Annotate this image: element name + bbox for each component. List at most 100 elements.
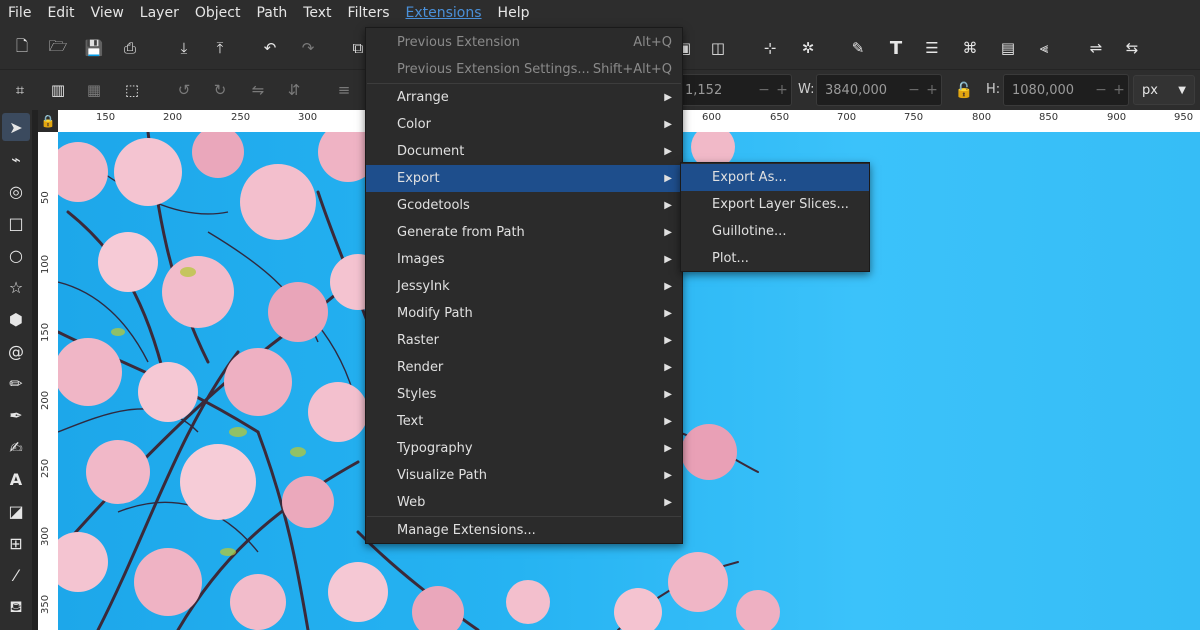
- menu-item-export[interactable]: Export ▶: [366, 165, 682, 192]
- snap-controls-icon[interactable]: ⇆: [1118, 34, 1146, 62]
- zoom-selection-icon[interactable]: ⊹: [756, 34, 784, 62]
- fill-stroke-icon[interactable]: ✎: [844, 34, 872, 62]
- submenu-arrow-icon: ▶: [664, 254, 672, 265]
- menu-item-render[interactable]: Render ▶: [366, 354, 682, 381]
- spiral-tool-icon[interactable]: @: [2, 337, 30, 365]
- menu-item-plot[interactable]: Plot...: [681, 245, 869, 272]
- select-all-icon[interactable]: ⌗: [6, 76, 34, 104]
- menu-item-manage-extensions[interactable]: Manage Extensions...: [366, 517, 682, 544]
- minus-icon[interactable]: −: [905, 82, 923, 98]
- bounding-box-icon[interactable]: ⬚: [118, 76, 146, 104]
- minus-icon[interactable]: −: [755, 82, 773, 98]
- tweak-tool-icon[interactable]: ◎: [2, 177, 30, 205]
- ruler-label: 850: [1039, 112, 1059, 123]
- deselect-icon[interactable]: ▦: [80, 76, 108, 104]
- y-field[interactable]: 1,152 − +: [676, 74, 792, 106]
- plus-icon[interactable]: +: [1110, 82, 1128, 98]
- undo-icon[interactable]: ↶: [256, 34, 284, 62]
- 3d-box-tool-icon[interactable]: ⬢: [2, 305, 30, 333]
- menu-item-export-as[interactable]: Export As...: [681, 164, 869, 191]
- menu-path[interactable]: Path: [248, 0, 295, 27]
- height-field[interactable]: 1080,000 − +: [1003, 74, 1129, 106]
- gradient-tool-icon[interactable]: ◪: [2, 497, 30, 525]
- submenu-arrow-icon: ▶: [664, 227, 672, 238]
- menu-item-jessyink[interactable]: JessyInk ▶: [366, 273, 682, 300]
- selector-tool-icon[interactable]: ➤: [2, 113, 30, 141]
- lock-ratio-icon[interactable]: 🔓: [950, 76, 978, 104]
- menu-item-previous-extension[interactable]: Previous Extension Alt+Q: [366, 29, 682, 56]
- menu-item-modify-path[interactable]: Modify Path ▶: [366, 300, 682, 327]
- export-icon[interactable]: ⤒: [206, 34, 234, 62]
- rotate-cw-icon[interactable]: ↻: [206, 76, 234, 104]
- menu-extensions[interactable]: Extensions: [398, 0, 490, 27]
- import-icon[interactable]: ⤓: [170, 34, 198, 62]
- menu-layer[interactable]: Layer: [132, 0, 187, 27]
- menu-item-typography[interactable]: Typography ▶: [366, 435, 682, 462]
- ruler-label: 600: [702, 112, 722, 123]
- ruler-label: 950: [1174, 112, 1194, 123]
- flip-horizontal-icon[interactable]: ⇋: [244, 76, 272, 104]
- menu-item-guillotine[interactable]: Guillotine...: [681, 218, 869, 245]
- plus-icon[interactable]: +: [773, 82, 791, 98]
- unit-select[interactable]: px ▼: [1133, 75, 1195, 105]
- menu-item-generate-from-path[interactable]: Generate from Path ▶: [366, 219, 682, 246]
- flip-vertical-icon[interactable]: ⇵: [280, 76, 308, 104]
- ruler-label: 250: [231, 112, 251, 123]
- menu-item-arrange[interactable]: Arrange ▶: [366, 84, 682, 111]
- vertical-ruler[interactable]: 50 100 150 200 250 300 350: [38, 132, 58, 630]
- menu-view[interactable]: View: [83, 0, 132, 27]
- menu-edit[interactable]: Edit: [39, 0, 82, 27]
- star-tool-icon[interactable]: ☆: [2, 273, 30, 301]
- menu-item-text[interactable]: Text ▶: [366, 408, 682, 435]
- node-tool-icon[interactable]: ⌁: [2, 145, 30, 173]
- menu-text[interactable]: Text: [295, 0, 339, 27]
- layers-icon[interactable]: ☰: [918, 34, 946, 62]
- pen-tool-icon[interactable]: ✒: [2, 401, 30, 429]
- print-icon[interactable]: ⎙: [116, 34, 144, 62]
- menu-help[interactable]: Help: [490, 0, 538, 27]
- menu-item-color[interactable]: Color ▶: [366, 111, 682, 138]
- document-properties-icon[interactable]: ▤: [994, 34, 1022, 62]
- xml-editor-icon[interactable]: ⌘: [956, 34, 984, 62]
- menu-object[interactable]: Object: [187, 0, 249, 27]
- redo-icon[interactable]: ↷: [294, 34, 322, 62]
- dropper-tool-icon[interactable]: ⁄: [2, 561, 30, 589]
- rectangle-tool-icon[interactable]: □: [2, 209, 30, 237]
- text-font-icon[interactable]: T: [882, 34, 910, 62]
- zoom-drawing-icon[interactable]: ✲: [794, 34, 822, 62]
- ungroup-icon[interactable]: ◫: [704, 34, 732, 62]
- ruler-label: 200: [163, 112, 183, 123]
- menu-item-styles[interactable]: Styles ▶: [366, 381, 682, 408]
- menu-file[interactable]: File: [0, 0, 39, 27]
- menu-filters[interactable]: Filters: [340, 0, 398, 27]
- submenu-arrow-icon: ▶: [664, 389, 672, 400]
- submenu-arrow-icon: ▶: [664, 173, 672, 184]
- ellipse-tool-icon[interactable]: ○: [2, 241, 30, 269]
- select-all-layers-icon[interactable]: ▥: [44, 76, 72, 104]
- calligraphy-tool-icon[interactable]: ✍: [2, 433, 30, 461]
- ruler-label: 50: [40, 191, 51, 204]
- menu-item-previous-extension-settings[interactable]: Previous Extension Settings... Shift+Alt…: [366, 56, 682, 83]
- pencil-tool-icon[interactable]: ✏: [2, 369, 30, 397]
- paint-bucket-tool-icon[interactable]: ⛾: [2, 593, 30, 621]
- menu-item-raster[interactable]: Raster ▶: [366, 327, 682, 354]
- width-field[interactable]: 3840,000 − +: [816, 74, 942, 106]
- align-distribute-icon[interactable]: ⫷: [1030, 34, 1058, 62]
- text-tool-icon[interactable]: A: [2, 465, 30, 493]
- mesh-tool-icon[interactable]: ⊞: [2, 529, 30, 557]
- preferences-icon[interactable]: ⇌: [1082, 34, 1110, 62]
- new-document-icon[interactable]: 🗋: [8, 34, 36, 62]
- menu-item-gcodetools[interactable]: Gcodetools ▶: [366, 192, 682, 219]
- raise-icon[interactable]: ≡: [330, 76, 358, 104]
- open-document-icon[interactable]: 🗁: [44, 34, 72, 62]
- menu-item-visualize-path[interactable]: Visualize Path ▶: [366, 462, 682, 489]
- menu-item-images[interactable]: Images ▶: [366, 246, 682, 273]
- guide-lock-icon[interactable]: 🔒: [38, 110, 58, 132]
- save-icon[interactable]: 💾: [80, 34, 108, 62]
- menu-item-export-layer-slices[interactable]: Export Layer Slices...: [681, 191, 869, 218]
- rotate-ccw-icon[interactable]: ↺: [170, 76, 198, 104]
- plus-icon[interactable]: +: [923, 82, 941, 98]
- menu-item-document[interactable]: Document ▶: [366, 138, 682, 165]
- minus-icon[interactable]: −: [1092, 82, 1110, 98]
- menu-item-web[interactable]: Web ▶: [366, 489, 682, 516]
